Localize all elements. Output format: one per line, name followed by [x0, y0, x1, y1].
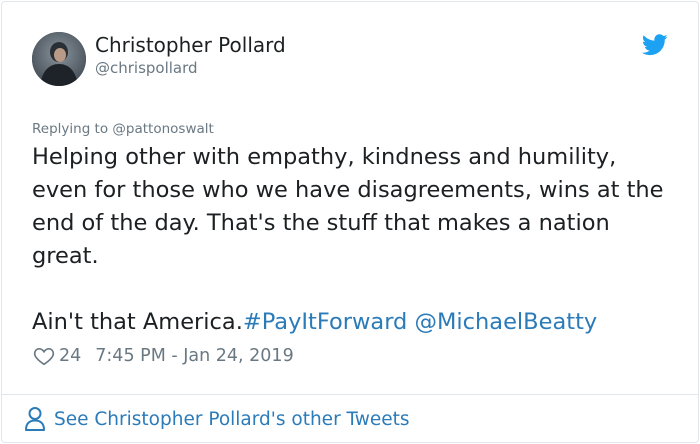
replying-prefix: Replying to	[32, 121, 113, 137]
tweet-paragraph-2-text: Ain't that America.	[32, 309, 243, 335]
replying-to: Replying to @pattonoswalt	[32, 121, 214, 137]
see-other-tweets-link[interactable]: See Christopher Pollard's other Tweets	[24, 404, 410, 434]
heart-icon[interactable]	[33, 345, 55, 367]
tweet-meta: 24 7:45 PM - Jan 24, 2019	[33, 343, 294, 369]
display-name[interactable]: Christopher Pollard	[95, 33, 286, 57]
see-other-tweets-label: See Christopher Pollard's other Tweets	[54, 408, 410, 430]
tweet-text: Helping other with empathy, kindness and…	[32, 141, 672, 339]
timestamp[interactable]: 7:45 PM - Jan 24, 2019	[95, 346, 293, 366]
like-count: 24	[59, 346, 82, 366]
divider	[1, 394, 699, 395]
user-handle[interactable]: @chrispollard	[95, 59, 198, 77]
tweet-paragraph-1: Helping other with empathy, kindness and…	[32, 144, 664, 269]
replying-mention[interactable]: @pattonoswalt	[112, 121, 213, 137]
tweet-paragraph-2: Ain't that America.#PayItForward @Michae…	[32, 306, 672, 339]
avatar[interactable]	[32, 32, 86, 86]
mention-link[interactable]: @MichaelBeatty	[415, 309, 598, 335]
twitter-bird-icon[interactable]	[641, 34, 668, 56]
hashtag-link[interactable]: #PayItForward	[243, 309, 407, 335]
person-icon	[25, 407, 45, 431]
profile-photo-icon	[32, 32, 86, 86]
